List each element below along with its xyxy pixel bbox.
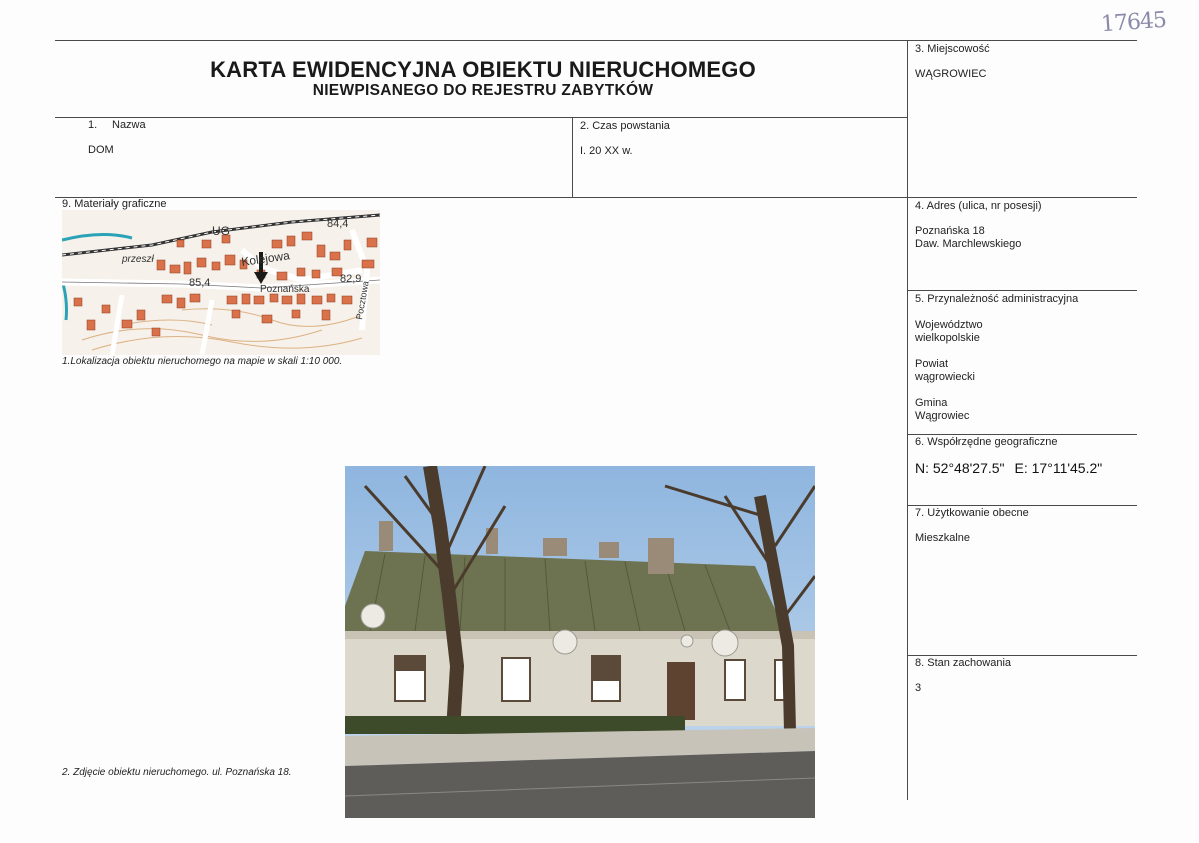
usage-bottom-border bbox=[907, 655, 1137, 656]
field-condition-value: 3 bbox=[915, 682, 922, 694]
coordinate-east: E: 17°11'45.2" bbox=[1014, 460, 1103, 476]
admin-bottom-border bbox=[907, 434, 1137, 435]
location-map: UG 84,4 przeszł Kolejowa 85,4 Poznańska … bbox=[62, 210, 380, 355]
document-subtitle: NIEWPISANEGO DO REJESTRU ZABYTKÓW bbox=[312, 82, 654, 99]
field-usage-label: 7. Użytkowanie obecne bbox=[915, 507, 1029, 519]
field-locality-value: WĄGROWIEC bbox=[915, 68, 987, 80]
field-usage-value: Mieszkalne bbox=[915, 532, 971, 544]
map-label-przeszl: przeszł bbox=[121, 254, 154, 265]
coords-bottom-border bbox=[907, 505, 1137, 506]
field-voivodeship-value: wielkopolskie bbox=[915, 332, 980, 344]
handwritten-archive-number: 17645 bbox=[1100, 7, 1167, 38]
title-bottom-border bbox=[55, 117, 908, 118]
map-label-height-829: 82,9 bbox=[340, 273, 361, 285]
field-date-value: I. 20 XX w. bbox=[580, 145, 633, 157]
map-label-height-844: 84,4 bbox=[327, 218, 348, 230]
field-admin-label: 5. Przynależność administracyjna bbox=[915, 293, 1079, 305]
field-date-label: 2. Czas powstania bbox=[580, 120, 670, 132]
field-name-label: Nazwa bbox=[112, 119, 146, 131]
name-date-divider bbox=[572, 117, 573, 197]
field-commune-value: Wągrowiec bbox=[915, 410, 970, 422]
map-label-ug: UG bbox=[212, 224, 230, 238]
field-name-value: DOM bbox=[88, 144, 114, 156]
fields-bottom-border bbox=[55, 197, 1137, 198]
field-locality-label: 3. Miejscowość bbox=[915, 43, 990, 55]
address-bottom-border bbox=[907, 290, 1137, 291]
top-border bbox=[55, 40, 1137, 41]
field-commune-label: Gmina bbox=[915, 397, 948, 409]
field-name-number: 1. bbox=[88, 119, 98, 131]
field-graphics-label: 9. Materiały graficzne bbox=[62, 198, 167, 210]
field-county-label: Powiat bbox=[915, 358, 949, 370]
map-caption: 1.Lokalizacja obiektu nieruchomego na ma… bbox=[62, 356, 343, 367]
coordinate-north: N: 52°48'27.5" bbox=[915, 460, 1005, 476]
building-photo bbox=[345, 466, 815, 818]
field-coordinates-value: N: 52°48'27.5" E: 17°11'45.2" bbox=[915, 460, 1102, 476]
field-address-label: 4. Adres (ulica, nr posesji) bbox=[915, 200, 1042, 212]
map-label-height-854: 85,4 bbox=[189, 277, 210, 289]
field-county-value: wągrowiecki bbox=[915, 371, 975, 383]
field-condition-label: 8. Stan zachowania bbox=[915, 657, 1012, 669]
photo-caption: 2. Zdjęcie obiektu nieruchomego. ul. Poz… bbox=[62, 767, 292, 778]
map-label-poznanska: Poznańska bbox=[260, 284, 310, 295]
right-column-divider bbox=[907, 40, 908, 800]
document-title: KARTA EWIDENCYJNA OBIEKTU NIERUCHOMEGO bbox=[210, 57, 756, 82]
field-address-line1: Poznańska 18 bbox=[915, 225, 985, 237]
field-address-line2: Daw. Marchlewskiego bbox=[915, 238, 1022, 250]
field-coordinates-label: 6. Współrzędne geograficzne bbox=[915, 436, 1058, 448]
field-voivodeship-label: Województwo bbox=[915, 319, 983, 331]
